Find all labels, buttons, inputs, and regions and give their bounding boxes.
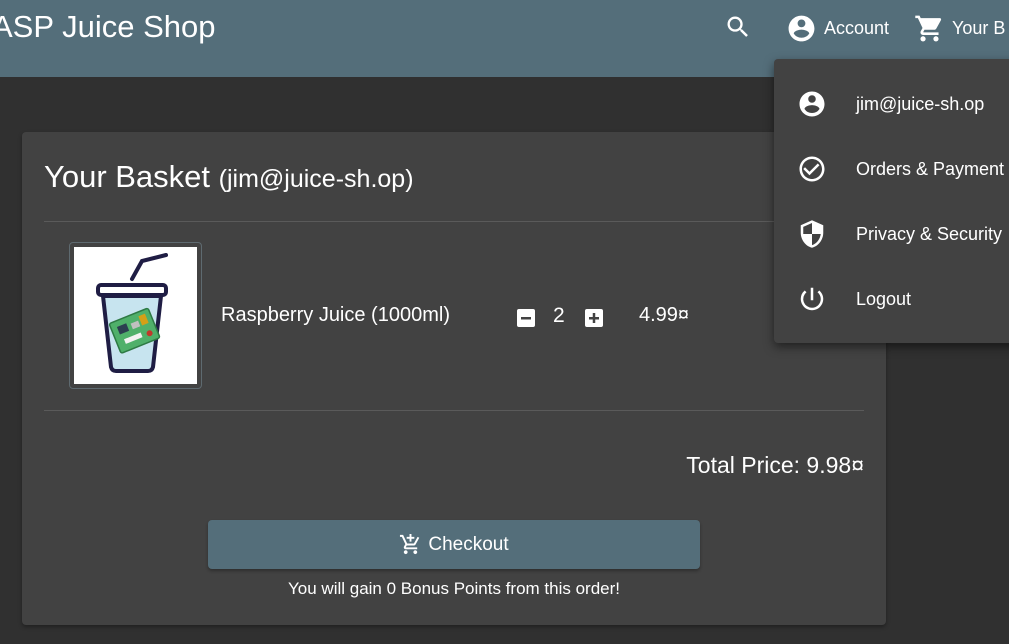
menu-item-label: Privacy & Security	[856, 223, 1003, 244]
check-circle-icon	[799, 156, 825, 182]
product-image	[69, 242, 202, 389]
product-name: Raspberry Juice (1000ml)	[221, 304, 450, 326]
basket-label: Your B	[952, 17, 1006, 38]
quantity-value: 2	[553, 304, 565, 327]
menu-item-privacy-security[interactable]: Privacy & Security	[774, 202, 1009, 266]
product-price: 4.99¤	[639, 304, 690, 326]
basket-title-text: Your Basket	[44, 159, 211, 194]
account-circle-icon	[799, 91, 825, 117]
account-menu: jim@juice-sh.op Orders & Payment Privacy…	[774, 59, 1009, 343]
menu-item-user-email[interactable]: jim@juice-sh.op	[774, 72, 1009, 136]
menu-item-label: Logout	[856, 288, 912, 309]
juice-cup-illustration	[74, 247, 197, 384]
menu-item-label: jim@juice-sh.op	[856, 93, 985, 114]
shield-icon	[800, 220, 824, 248]
search-button[interactable]	[724, 13, 752, 41]
search-icon	[727, 16, 748, 37]
divider	[44, 410, 864, 411]
menu-item-logout[interactable]: Logout	[774, 267, 1009, 331]
app-title[interactable]: ASP Juice Shop	[0, 9, 215, 45]
menu-item-orders-payment[interactable]: Orders & Payment	[774, 137, 1009, 201]
divider	[44, 221, 864, 222]
bonus-points-text: You will gain 0 Bonus Points from this o…	[288, 579, 620, 598]
checkout-button[interactable]: Checkout	[208, 520, 700, 569]
basket-button[interactable]: Your B	[914, 12, 1005, 44]
total-price: Total Price: 9.98¤	[686, 452, 864, 478]
checkout-label: Checkout	[428, 533, 509, 555]
account-label: Account	[824, 17, 890, 38]
add-shopping-cart-icon	[400, 533, 420, 555]
plus-square-icon[interactable]	[585, 309, 603, 327]
basket-user-email: (jim@juice-sh.op)	[218, 165, 414, 193]
basket-title: Your Basket (jim@juice-sh.op)	[44, 159, 414, 195]
basket-card: Your Basket (jim@juice-sh.op) Raspberry …	[22, 132, 886, 625]
account-button[interactable]: Account	[786, 12, 889, 44]
shopping-cart-icon	[915, 15, 942, 41]
account-circle-icon	[788, 15, 815, 41]
menu-item-label: Orders & Payment	[856, 158, 1005, 179]
minus-square-icon[interactable]	[517, 309, 535, 327]
power-icon	[800, 287, 824, 311]
